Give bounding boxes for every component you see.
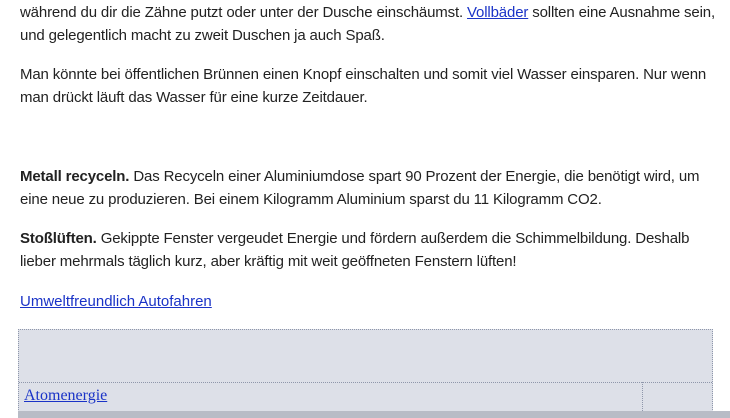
paragraph-ventilation: Stoßlüften. Gekippte Fenster vergeudet E… — [20, 227, 720, 273]
atomenergie-link[interactable]: Atomenergie — [24, 386, 107, 406]
paragraph-text: Man könnte bei öffentlichen Brünnen eine… — [20, 66, 707, 106]
paragraph-water-saving: während du dir die Zähne putzt oder unte… — [20, 1, 720, 47]
paragraph-heading: Metall recyceln. — [20, 168, 130, 185]
vollbaeder-link[interactable]: Vollbäder — [467, 4, 528, 21]
table-bottom-border — [18, 411, 730, 418]
paragraph-heading: Stoßlüften. — [20, 230, 97, 247]
paragraph-text: Gekippte Fenster vergeudet Energie und f… — [20, 230, 690, 270]
link-table: Atomenergie — [18, 329, 713, 415]
autofahren-link[interactable]: Umweltfreundlich Autofahren — [20, 290, 212, 313]
document-page: während du dir die Zähne putzt oder unte… — [0, 0, 730, 418]
paragraph-text: während du dir die Zähne putzt oder unte… — [20, 4, 468, 21]
paragraph-metal-recycling: Metall recyceln. Das Recyceln einer Alum… — [20, 165, 720, 211]
paragraph-public-fountains: Man könnte bei öffentlichen Brünnen eine… — [20, 63, 720, 109]
table-row-divider — [19, 382, 712, 383]
